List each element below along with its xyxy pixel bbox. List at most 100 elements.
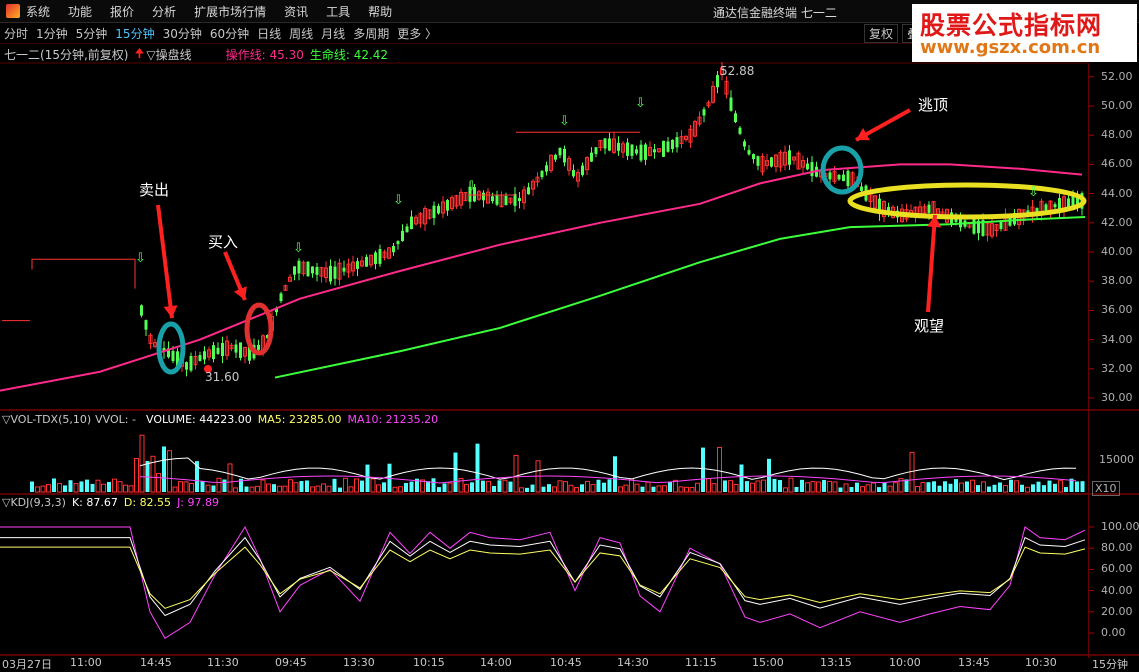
escape-top-annotation: 逃顶 xyxy=(918,96,949,114)
kdj-title[interactable]: ▽KDJ(9,3,3) xyxy=(2,496,66,509)
period-tab-month[interactable]: 月线 xyxy=(321,25,345,42)
candle-body xyxy=(257,344,260,350)
candle-body xyxy=(904,209,909,220)
volume-bar xyxy=(1042,485,1046,492)
candle-body xyxy=(653,149,656,153)
volume-bar xyxy=(101,483,106,493)
menu-item-system[interactable]: 系统 xyxy=(26,3,50,20)
candle-body xyxy=(936,208,940,215)
candle-body xyxy=(671,139,674,150)
indicator-name[interactable]: ▽操盘线 xyxy=(146,46,191,63)
candle-body xyxy=(612,138,616,153)
candle-body xyxy=(369,254,373,266)
candle-body xyxy=(499,194,504,208)
price-tick: 40.00 xyxy=(1101,245,1133,258)
volume-bar xyxy=(673,479,678,493)
volume-bar xyxy=(156,473,161,493)
period-tab-more[interactable]: 更多 〉 xyxy=(397,25,437,42)
volume-bar xyxy=(761,479,766,493)
period-tab-1min[interactable]: 1分钟 xyxy=(36,25,68,42)
candle-body xyxy=(585,157,589,171)
candle-body xyxy=(198,355,202,361)
candle-body xyxy=(301,261,306,275)
period-tab-day[interactable]: 日线 xyxy=(257,25,281,42)
candle-body xyxy=(482,192,485,201)
sell-arrow xyxy=(156,204,174,319)
volume-bar xyxy=(1009,479,1013,492)
period-tab-60min[interactable]: 60分钟 xyxy=(210,25,249,42)
volume-bar xyxy=(178,481,183,493)
candle-body xyxy=(724,80,729,95)
period-tab-multi[interactable]: 多周期 xyxy=(353,25,389,42)
buy-annotation: 买入 xyxy=(208,233,239,251)
candle-body xyxy=(454,195,459,207)
volume-bar xyxy=(1053,483,1057,492)
menu-item-function[interactable]: 功能 xyxy=(68,3,92,20)
candle-body xyxy=(504,195,508,206)
volume-bars xyxy=(30,434,1085,493)
candle-body xyxy=(617,142,620,151)
candle-body xyxy=(896,210,899,218)
period-tab-timeshare[interactable]: 分时 xyxy=(4,25,28,42)
menu-item-ext-market[interactable]: 扩展市场行情 xyxy=(194,3,266,20)
candle-body xyxy=(729,97,733,111)
volume-bar xyxy=(370,478,376,493)
candle-body xyxy=(144,320,148,330)
volume-bar xyxy=(266,483,271,493)
volume-bar xyxy=(282,485,288,493)
menu-item-tools[interactable]: 工具 xyxy=(326,3,350,20)
volume-bar xyxy=(701,447,705,492)
volume-bar xyxy=(376,484,381,493)
candle-body xyxy=(193,356,198,366)
vol-axis-tick: 15000 xyxy=(1099,453,1134,466)
adjust-button[interactable]: 复权 xyxy=(864,24,899,43)
candle-body xyxy=(594,147,598,154)
volume-bar xyxy=(464,483,469,493)
candle-body xyxy=(738,127,742,134)
candle-body xyxy=(945,208,949,223)
period-tab-5min[interactable]: 5分钟 xyxy=(76,25,108,42)
volume-bar xyxy=(205,484,211,493)
candle-body xyxy=(157,344,162,351)
candle-body xyxy=(315,266,319,275)
menu-item-help[interactable]: 帮助 xyxy=(368,3,392,20)
candle-body xyxy=(918,206,922,216)
candle-body xyxy=(1017,208,1021,226)
candle-body xyxy=(527,187,530,195)
candle-body xyxy=(913,206,918,218)
menu-item-quote[interactable]: 报价 xyxy=(110,3,134,20)
candle-body xyxy=(837,174,841,180)
candle-body xyxy=(221,343,224,357)
high-price-mark: 52.88 xyxy=(720,64,755,78)
period-tab-week[interactable]: 周线 xyxy=(289,25,313,42)
price-tick: 32.00 xyxy=(1101,361,1133,375)
time-label: 13:45 xyxy=(958,656,990,669)
vol-title[interactable]: ▽VOL-TDX(5,10) xyxy=(2,413,91,426)
period-tab-15min[interactable]: 15分钟 xyxy=(115,25,154,42)
kdj-tick: 0.00 xyxy=(1101,626,1126,639)
menu-item-analysis[interactable]: 分析 xyxy=(152,3,176,20)
candle-body xyxy=(972,218,976,234)
volume-bar xyxy=(733,483,739,493)
period-tab-30min[interactable]: 30分钟 xyxy=(163,25,202,42)
candle-body xyxy=(648,146,652,157)
candle-body xyxy=(778,152,783,168)
candle-body xyxy=(810,162,814,177)
vol-ma10-line xyxy=(139,475,1077,484)
menu-item-news[interactable]: 资讯 xyxy=(284,3,308,20)
volume-bar xyxy=(954,479,958,492)
volume-bar xyxy=(57,482,62,493)
candle-body xyxy=(189,355,193,371)
candle-body xyxy=(760,155,765,173)
candle-body xyxy=(1048,200,1053,213)
volume-bar xyxy=(1003,485,1008,493)
candle-body xyxy=(491,196,494,202)
candle-body xyxy=(828,172,832,180)
volume-bar xyxy=(772,478,777,492)
volume-bar xyxy=(970,479,975,493)
stock-chart[interactable]: ⇩ ⇩ ⇩ ⇩ ⇩ ⇩ ⇩ xyxy=(0,0,1139,670)
volume-bar xyxy=(1058,480,1063,493)
volume-bar xyxy=(227,463,233,493)
candle-body xyxy=(522,189,526,204)
candle-body xyxy=(427,209,432,219)
